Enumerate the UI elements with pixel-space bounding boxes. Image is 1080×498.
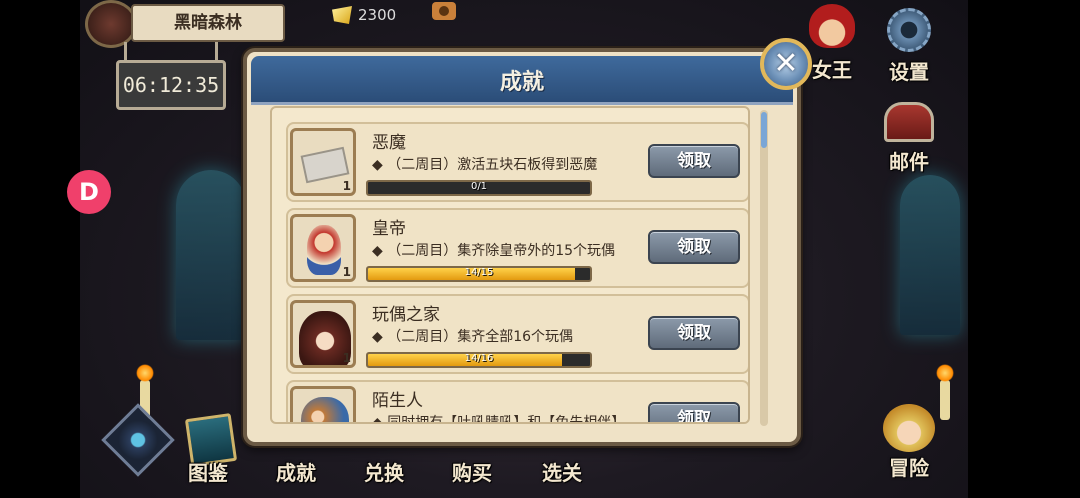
achievement-list[interactable]: 1 恶魔 ◆ （二周目）激活五块石板得到恶魔 0/1 领取 1 皇帝 ◆ （二周…: [270, 106, 750, 424]
nav-achievements[interactable]: 成就: [276, 457, 316, 486]
claim-button[interactable]: 领取: [648, 144, 740, 178]
doll-house-icon: 1: [290, 300, 356, 368]
stranger-picture: [301, 397, 349, 422]
nav-exchange[interactable]: 兑换: [364, 457, 404, 486]
achievement-row: 1 恶魔 ◆ （二周目）激活五块石板得到恶魔 0/1 领取: [286, 122, 748, 202]
achievement-row: 陌生人 ◆ 同时拥有【吐吼睛吼】和【兔先相伴】 领取: [286, 380, 748, 424]
king-icon: [809, 4, 855, 48]
progress-bar: 0/1: [366, 180, 592, 196]
mail-label: 邮件: [889, 150, 929, 174]
gold-amount: 2300: [358, 6, 397, 24]
claim-button[interactable]: 领取: [648, 402, 740, 422]
progress-bar: 14/15: [366, 266, 592, 282]
background-window-left: [176, 170, 246, 340]
achievement-description: ◆ （二周目）激活五块石板得到恶魔: [372, 157, 598, 173]
timer-hanger: [124, 42, 218, 62]
tablet-picture: [300, 146, 350, 184]
timer-display: 06:12:35: [116, 60, 226, 110]
adventure-button[interactable]: 冒险: [876, 404, 942, 481]
gold-counter: 2300: [332, 4, 396, 26]
item-count: 1: [342, 351, 351, 365]
achievement-description: ◆ （二周目）集齐除皇帝外的15个玩偶: [372, 243, 616, 259]
stone-tablet-icon: 1: [290, 128, 356, 196]
stage-plate: 黑暗森林: [85, 0, 285, 48]
achievement-title: 恶魔: [372, 133, 406, 153]
emperor-picture: [307, 225, 341, 275]
achievement-row: 1 玩偶之家 ◆ （二周目）集齐全部16个玩偶 14/16 领取: [286, 294, 748, 374]
achievement-description: ◆ （二周目）集齐全部16个玩偶: [372, 329, 574, 345]
progress-text: 0/1: [470, 181, 488, 192]
camera-icon[interactable]: [432, 2, 456, 20]
adventure-label: 冒险: [889, 456, 929, 480]
progress-bar: 14/16: [366, 352, 592, 368]
achievement-title: 陌生人: [372, 391, 423, 411]
adventure-character-icon: [883, 404, 935, 452]
list-scrollbar[interactable]: [760, 110, 768, 426]
achievement-title: 皇帝: [372, 219, 406, 239]
mailbox-icon: [884, 102, 934, 142]
background-window-right: [900, 175, 960, 335]
achievement-title: 玩偶之家: [372, 305, 440, 325]
achievement-description: ◆ 同时拥有【吐吼睛吼】和【兔先相伴】: [372, 415, 626, 424]
progress-text: 14/15: [464, 267, 494, 278]
emperor-doll-icon: 1: [290, 214, 356, 282]
item-count: 1: [342, 179, 351, 193]
gold-bar-icon: [332, 6, 352, 24]
stage-name: 黑暗森林: [131, 4, 285, 42]
mail-button[interactable]: 邮件: [876, 102, 942, 175]
dialog-title: 成就: [499, 70, 544, 95]
dialog-header: 成就: [251, 56, 793, 105]
stage-emblem-icon: [85, 0, 137, 48]
floating-app-badge-icon[interactable]: D: [67, 170, 111, 214]
scrollbar-thumb[interactable]: [761, 112, 767, 148]
achievement-row: 1 皇帝 ◆ （二周目）集齐除皇帝外的15个玩偶 14/15 领取: [286, 208, 748, 288]
stranger-icon: [290, 386, 356, 422]
item-count: 1: [342, 265, 351, 279]
close-button[interactable]: ✕: [760, 38, 812, 90]
settings-label: 设置: [889, 60, 929, 84]
nav-stage-select[interactable]: 选关: [542, 457, 582, 486]
claim-button[interactable]: 领取: [648, 316, 740, 350]
settings-button[interactable]: 设置: [876, 8, 942, 85]
nav-purchase[interactable]: 购买: [452, 457, 492, 486]
claim-button[interactable]: 领取: [648, 230, 740, 264]
progress-text: 14/16: [464, 353, 494, 364]
nav-encyclopedia[interactable]: 图鉴: [188, 457, 228, 486]
gear-icon: [887, 8, 931, 52]
